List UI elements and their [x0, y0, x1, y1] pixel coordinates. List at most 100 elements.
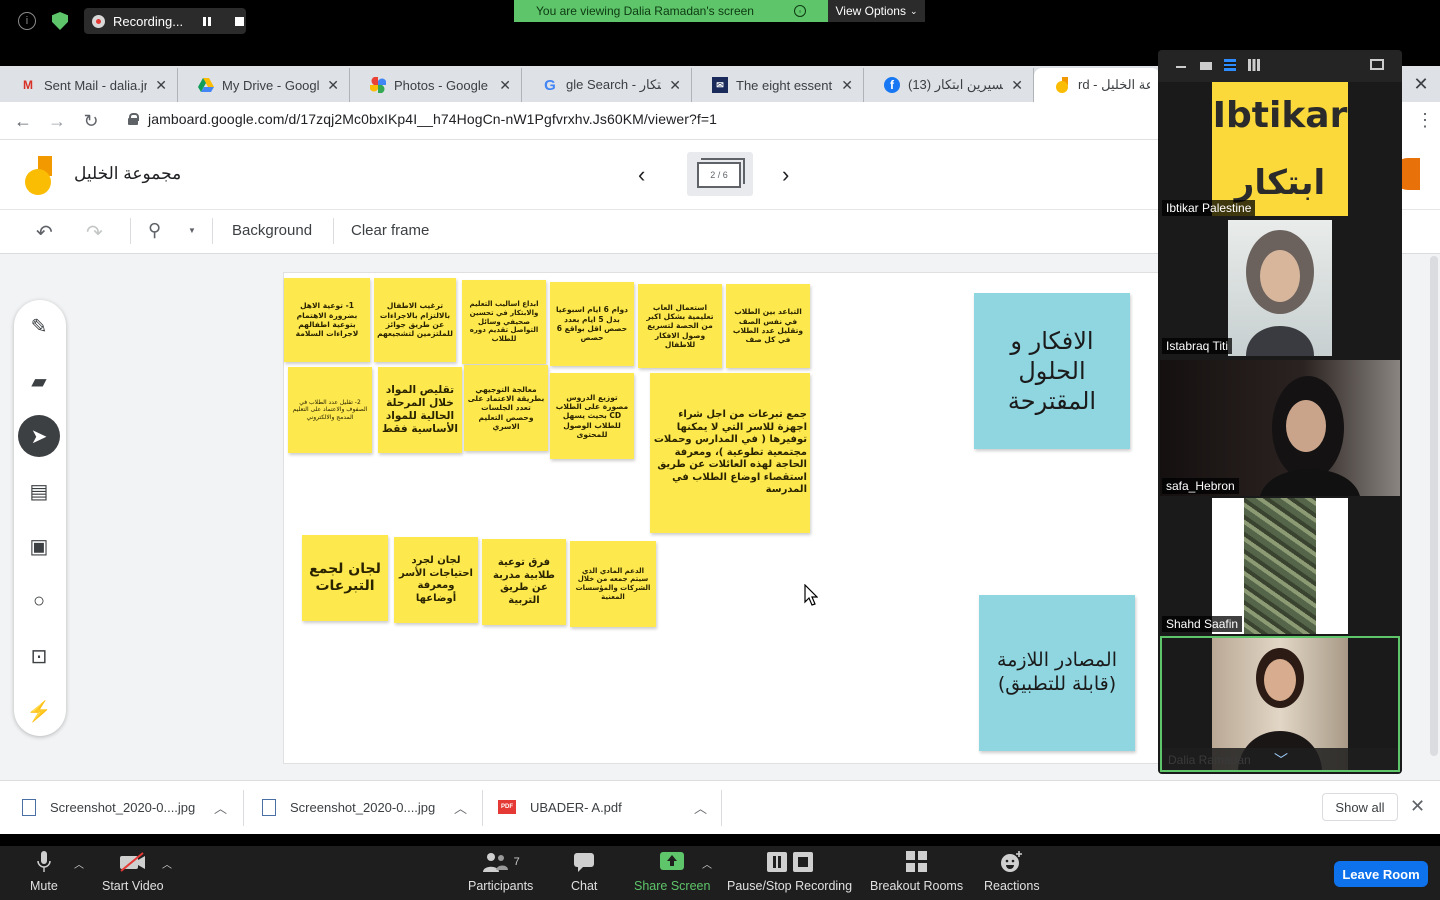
sticky-note[interactable]: لجان لجمع التبرعات [302, 535, 388, 621]
sticky-note[interactable]: فرق توعية طلابية مدربة عن طريق التربية [482, 539, 566, 625]
download-item[interactable]: Screenshot_2020-0....jpg ︿ [262, 780, 472, 834]
start-video-button[interactable]: Start Video [102, 850, 164, 893]
grid-view-icon[interactable] [1248, 59, 1260, 71]
pause-recording-icon[interactable] [203, 16, 212, 26]
close-tab-icon[interactable]: ✕ [327, 77, 339, 94]
sticky-note[interactable]: ابداع اساليب التعليم والابتكار في تحسين … [462, 280, 546, 364]
close-window-icon[interactable]: ✕ [1402, 66, 1440, 102]
chevron-down-icon[interactable]: ﹀ [1274, 750, 1288, 770]
sticky-note[interactable]: تقليص المواد خلال المرحلة الحالية للمواد… [378, 367, 462, 453]
leave-room-button[interactable]: Leave Room [1334, 861, 1428, 887]
pause-stop-recording-button[interactable]: Pause/Stop Recording [727, 850, 852, 893]
zoom-icon[interactable]: ⚲ [148, 220, 161, 241]
sticky-note[interactable]: معالجة التوجيهي بطريقة الاعتماد على تعدد… [464, 365, 548, 451]
zoom-dropdown-icon[interactable]: ▼ [188, 226, 196, 235]
previous-frame-button[interactable]: ‹ [638, 162, 645, 188]
circle-shape-icon[interactable]: ○ [18, 580, 60, 622]
participant-tile[interactable]: Shahd Saafin [1160, 498, 1400, 634]
download-item[interactable]: Screenshot_2020-0....jpg ︿ [22, 780, 232, 834]
lock-icon[interactable] [128, 113, 139, 125]
tab-gmail[interactable]: M Sent Mail - dalia.jr ✕ [0, 68, 178, 102]
text-box-icon[interactable]: ⊡ [18, 635, 60, 677]
jam-title[interactable]: مجموعة الخليل [74, 164, 181, 184]
participant-tile[interactable]: Ibtikar ابتكار Ibtikar Palestine [1160, 82, 1400, 218]
breakout-rooms-button[interactable]: Breakout Rooms [870, 850, 963, 893]
sticky-note[interactable]: الدعم المادي الذي سيتم جمعه من خلال الشر… [570, 541, 656, 627]
video-options-caret-icon[interactable]: ︿ [162, 856, 172, 871]
tab-title: Sent Mail - dalia.jr [44, 77, 148, 93]
minimize-icon[interactable] [1176, 66, 1186, 68]
select-pointer-icon[interactable]: ➤ [18, 415, 60, 457]
view-options-button[interactable]: View Options ⌄ [828, 0, 925, 22]
close-tab-icon[interactable]: ✕ [155, 77, 167, 94]
share-screen-button[interactable]: Share Screen [634, 850, 710, 893]
participant-tile-active-speaker[interactable]: Dalia Ramadan ﹀ [1160, 636, 1400, 772]
tab-article[interactable]: ✉ The eight essentia ✕ [692, 68, 864, 102]
reload-icon[interactable]: ↻ [80, 110, 102, 132]
sticky-note-blue[interactable]: المصادر اللازمة (قابلة للتطبيق) [979, 595, 1135, 751]
next-frame-button[interactable]: › [782, 162, 789, 188]
tab-drive[interactable]: My Drive - Google ✕ [178, 68, 350, 102]
sticky-note[interactable]: التباعد بين الطلاب في نفس الصف وتقليل عد… [726, 284, 810, 368]
info-icon[interactable]: i [18, 12, 36, 30]
audio-options-caret-icon[interactable]: ︿ [74, 856, 84, 871]
undo-icon[interactable]: ↶ [36, 220, 53, 245]
chat-button[interactable]: Chat [571, 850, 597, 893]
url-field[interactable]: jamboard.google.com/d/17zqj2Mc0bxIKp4I__… [148, 111, 717, 127]
close-tab-icon[interactable]: ✕ [1011, 77, 1023, 94]
tab-facebook[interactable]: f (13) ميسيرين ابتكار ✕ [864, 68, 1034, 102]
show-all-downloads-button[interactable]: Show all [1322, 793, 1398, 821]
tab-google-search[interactable]: G gle Search - الابتكار ✕ [522, 68, 692, 102]
clear-frame-button[interactable]: Clear frame [351, 222, 429, 239]
chevron-up-icon[interactable]: ︿ [454, 798, 467, 817]
download-filename: UBADER- A.pdf [530, 799, 622, 815]
sticky-note[interactable]: استعمال العاب تعليمية بشكل اكبر من الحصة… [638, 284, 722, 368]
download-filename: Screenshot_2020-0....jpg [50, 799, 196, 815]
sticky-note[interactable]: 2- تقليل عدد الطلاب في الصفوف والاعتماد … [288, 367, 372, 453]
reactions-button[interactable]: Reactions [984, 850, 1040, 893]
sticky-note[interactable]: دوام 6 ايام اسبوعيا بدل 5 ايام بعدد حصص … [550, 282, 634, 366]
participants-button[interactable]: 7 Participants [468, 850, 533, 893]
sticky-note[interactable]: 1- توعية الاهل بضرورة الاهتمام بتوعية اط… [284, 278, 370, 362]
sticky-note-icon[interactable]: ▤ [18, 470, 60, 512]
download-filename: Screenshot_2020-0....jpg [290, 799, 436, 815]
popout-icon[interactable] [1370, 59, 1384, 70]
eraser-icon[interactable]: ▰ [18, 360, 60, 402]
strip-view-icon[interactable] [1224, 59, 1236, 71]
redo-icon[interactable]: ↷ [86, 220, 103, 245]
close-tab-icon[interactable]: ✕ [841, 77, 853, 94]
mute-button[interactable]: Mute [30, 850, 58, 893]
back-arrow-icon[interactable]: ← [12, 110, 34, 132]
reactions-label: Reactions [984, 879, 1040, 893]
chevron-up-icon[interactable]: ︿ [694, 798, 707, 817]
single-view-icon[interactable] [1200, 62, 1212, 70]
tab-title: My Drive - Google [222, 77, 320, 93]
page-scrollbar[interactable] [1430, 256, 1438, 756]
tab-photos[interactable]: Photos - Google P ✕ [350, 68, 522, 102]
close-tab-icon[interactable]: ✕ [669, 77, 681, 94]
chevron-up-icon[interactable]: ︿ [214, 798, 227, 817]
participant-tile[interactable]: safa_Hebron [1160, 360, 1400, 496]
share-options-caret-icon[interactable]: ︿ [702, 856, 712, 871]
background-button[interactable]: Background [232, 222, 312, 239]
pen-icon[interactable]: ✎ [18, 305, 60, 347]
frame-bar-button[interactable]: 2 / 6 [687, 152, 753, 196]
image-file-icon [22, 798, 36, 816]
drive-icon [198, 77, 214, 93]
participant-tile[interactable]: Istabraq Titi [1160, 220, 1400, 356]
sticky-note[interactable]: توزيع الدروس مصورة على الطلاب CD بحيث يس… [550, 373, 634, 459]
download-item[interactable]: PDF UBADER- A.pdf ︿ [498, 780, 712, 834]
tab-jamboard[interactable]: rd - مجموعة الخليل [1034, 68, 1160, 102]
jam-canvas[interactable]: 1- توعية الاهل بضرورة الاهتمام بتوعية اط… [283, 272, 1163, 764]
close-downloads-icon[interactable]: ✕ [1410, 796, 1425, 817]
forward-arrow-icon[interactable]: → [46, 110, 68, 132]
close-tab-icon[interactable]: ✕ [499, 77, 511, 94]
stop-recording-icon[interactable] [235, 16, 245, 26]
sticky-note[interactable]: لجان لجرد احتياجات الأسر ومعرفة أوضاعها [394, 537, 478, 623]
add-image-icon[interactable]: ▣ [18, 525, 60, 567]
sticky-note[interactable]: جمع تبرعات من اجل شراء اجهزة للاسر التي … [650, 373, 810, 533]
sticky-note[interactable]: ترغيب الاطفال بالالتزام بالاجراءات عن طر… [374, 278, 456, 362]
sticky-note-blue[interactable]: الافكار و الحلول المقترحة [974, 293, 1130, 449]
more-vert-icon[interactable]: ⋮ [1416, 110, 1434, 131]
laser-icon[interactable]: ⚡ [18, 690, 60, 732]
